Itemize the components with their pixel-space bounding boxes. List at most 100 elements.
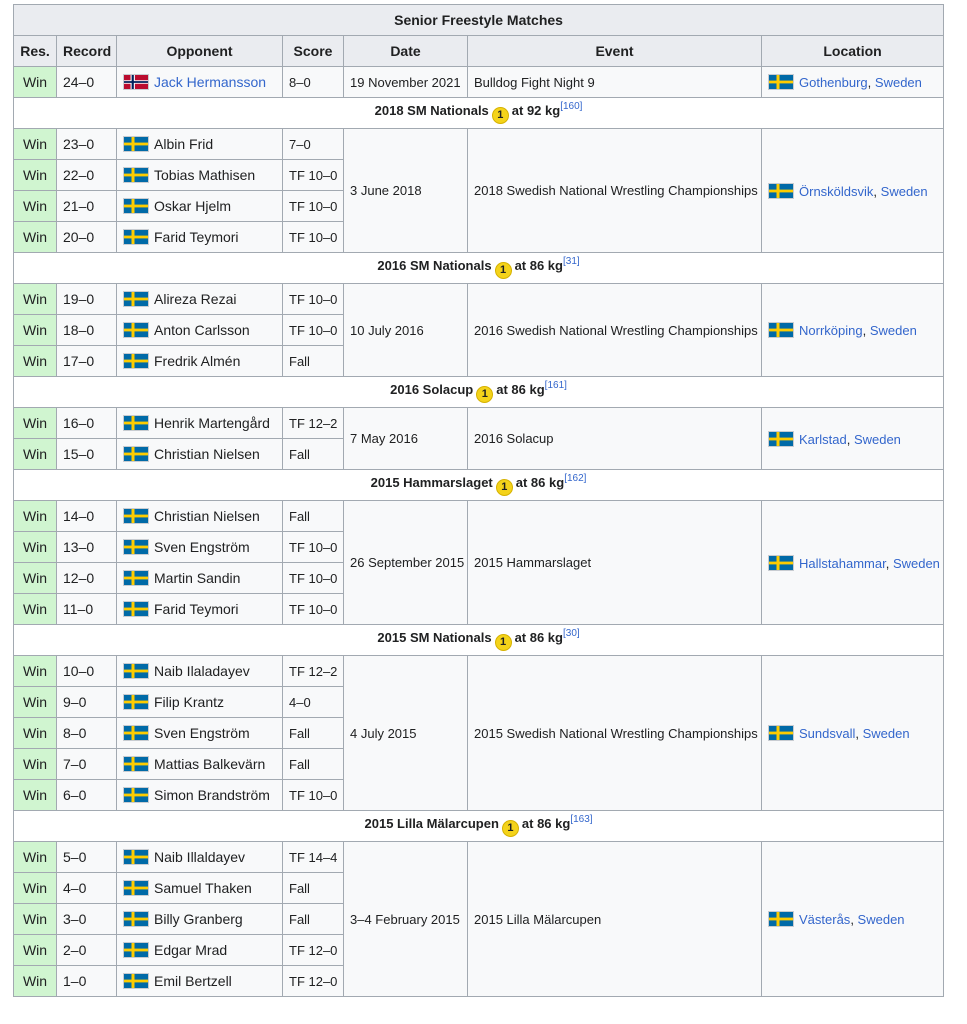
result-cell: Win <box>13 283 57 315</box>
sweden-flag-icon <box>123 787 149 803</box>
match-row: Win 23–0 Albin Frid 7–0 3 June 2018 2018 Swed… <box>13 128 945 253</box>
record-cell: 11–0 <box>56 593 117 625</box>
tournament-name: 2015 Lilla Mälarcupen <box>364 815 499 831</box>
tournament-header: 2018 SM Nationals 1 at 92 kg[160] <box>12 97 945 129</box>
sweden-flag-icon <box>123 167 149 183</box>
event-cell: 2015 Swedish National Wrestling Champion… <box>467 655 762 811</box>
score-cell: TF 12–0 <box>282 965 344 997</box>
location-separator: , <box>867 75 875 90</box>
opponent-cell: Alireza Rezai <box>116 283 283 315</box>
sweden-flag-icon <box>123 353 149 369</box>
tournament-header: 2015 Hammarslaget 1 at 86 kg[162] <box>12 469 945 501</box>
weight-class: at 86 kg <box>515 474 565 490</box>
result-cell: Win <box>13 500 57 532</box>
gold-medal-icon: 1 <box>476 385 494 403</box>
opponent-link[interactable]: Jack Hermansson <box>154 74 266 90</box>
reference-link[interactable]: [31] <box>563 256 580 267</box>
city-link[interactable]: Sundsvall <box>799 726 855 741</box>
header-event[interactable]: Event <box>467 35 762 67</box>
gold-medal-icon: 1 <box>494 261 512 279</box>
tournament-header: 2016 SM Nationals 1 at 86 kg[31] <box>12 252 945 284</box>
result-cell: Win <box>13 655 57 687</box>
reference-link[interactable]: [160] <box>560 101 582 112</box>
result-cell: Win <box>13 314 57 346</box>
record-cell: 10–0 <box>56 655 117 687</box>
record-cell: 12–0 <box>56 562 117 594</box>
record-cell: 15–0 <box>56 438 117 470</box>
score-cell: TF 10–0 <box>282 221 344 253</box>
country-link[interactable]: Sweden <box>893 556 940 571</box>
record-cell: 19–0 <box>56 283 117 315</box>
reference-link[interactable]: [161] <box>545 380 567 391</box>
gold-medal-icon: 1 <box>491 106 509 124</box>
header-score[interactable]: Score <box>282 35 344 67</box>
city-link[interactable]: Gothenburg <box>799 75 868 90</box>
record-cell: 5–0 <box>56 841 117 873</box>
record-cell: 9–0 <box>56 686 117 718</box>
sweden-flag-icon <box>123 911 149 927</box>
weight-class: at 86 kg <box>514 629 563 645</box>
sweden-flag-icon <box>123 229 149 245</box>
match-row: Win 14–0 Christian Nielsen Fall 26 September… <box>13 500 945 625</box>
reference-link[interactable]: [163] <box>570 814 592 825</box>
tournament-header-row: 2016 Solacup 1 at 86 kg[161] <box>12 376 945 408</box>
result-cell: Win <box>13 903 57 935</box>
score-cell: TF 10–0 <box>282 190 344 222</box>
city-link[interactable]: Hallstahammar <box>799 556 886 571</box>
location-cell: Hallstahammar, Sweden <box>760 500 945 625</box>
country-link[interactable]: Sweden <box>870 323 917 338</box>
score-cell: TF 10–0 <box>282 593 344 625</box>
weight-class: at 86 kg <box>514 257 563 273</box>
city-link[interactable]: Västerås <box>799 912 850 927</box>
record-cell: 18–0 <box>56 314 117 346</box>
header-record[interactable]: Record <box>56 35 117 67</box>
sweden-flag-icon <box>123 942 149 958</box>
country-link[interactable]: Sweden <box>875 75 922 90</box>
match-row: Win 19–0 Alireza Rezai TF 10–0 10 July 2016 2… <box>13 283 945 377</box>
gold-medal-icon: 1 <box>495 478 513 496</box>
tournament-header-row: 2016 SM Nationals 1 at 86 kg[31] <box>12 252 945 284</box>
score-cell: Fall <box>282 748 344 780</box>
result-cell: Win <box>13 407 57 439</box>
city-link[interactable]: Norrköping <box>799 323 863 338</box>
reference-link[interactable]: [162] <box>564 473 586 484</box>
opponent-name: Sven Engström <box>154 539 250 555</box>
reference-link[interactable]: [30] <box>563 628 580 639</box>
header-date[interactable]: Date <box>343 35 468 67</box>
country-link[interactable]: Sweden <box>863 726 910 741</box>
location-separator: , <box>855 726 863 741</box>
sweden-flag-icon <box>123 725 149 741</box>
event-cell: 2016 Solacup <box>467 407 762 470</box>
header-opponent[interactable]: Opponent <box>116 35 283 67</box>
sweden-flag-icon <box>123 694 149 710</box>
city-link[interactable]: Karlstad <box>799 432 847 447</box>
result-cell: Win <box>13 841 57 873</box>
opponent-cell: Fredrik Almén <box>116 345 283 377</box>
record-cell: 3–0 <box>56 903 117 935</box>
opponent-cell: Albin Frid <box>116 128 283 160</box>
header-res[interactable]: Res. <box>13 35 57 67</box>
opponent-name: Billy Granberg <box>154 911 243 927</box>
opponent-name: Anton Carlsson <box>154 322 250 338</box>
date-cell: 10 July 2016 <box>343 283 468 377</box>
sweden-flag-icon <box>123 663 149 679</box>
event-cell: 2016 Swedish National Wrestling Champion… <box>467 283 762 377</box>
date-cell: 19 November 2021 <box>343 66 468 98</box>
score-cell: 7–0 <box>282 128 344 160</box>
tournament-name: 2018 SM Nationals <box>374 102 489 118</box>
country-link[interactable]: Sweden <box>881 184 928 199</box>
result-cell: Win <box>13 345 57 377</box>
opponent-name: Sven Engström <box>154 725 250 741</box>
record-cell: 22–0 <box>56 159 117 191</box>
score-cell: Fall <box>282 717 344 749</box>
city-link[interactable]: Örnsköldsvik <box>799 184 873 199</box>
opponent-cell: Farid Teymori <box>116 221 283 253</box>
opponent-cell: Henrik Martengård <box>116 407 283 439</box>
result-cell: Win <box>13 934 57 966</box>
score-cell: TF 10–0 <box>282 314 344 346</box>
sweden-flag-icon <box>768 554 794 571</box>
header-location[interactable]: Location <box>760 35 945 67</box>
country-link[interactable]: Sweden <box>854 432 901 447</box>
opponent-cell: Oskar Hjelm <box>116 190 283 222</box>
country-link[interactable]: Sweden <box>858 912 905 927</box>
